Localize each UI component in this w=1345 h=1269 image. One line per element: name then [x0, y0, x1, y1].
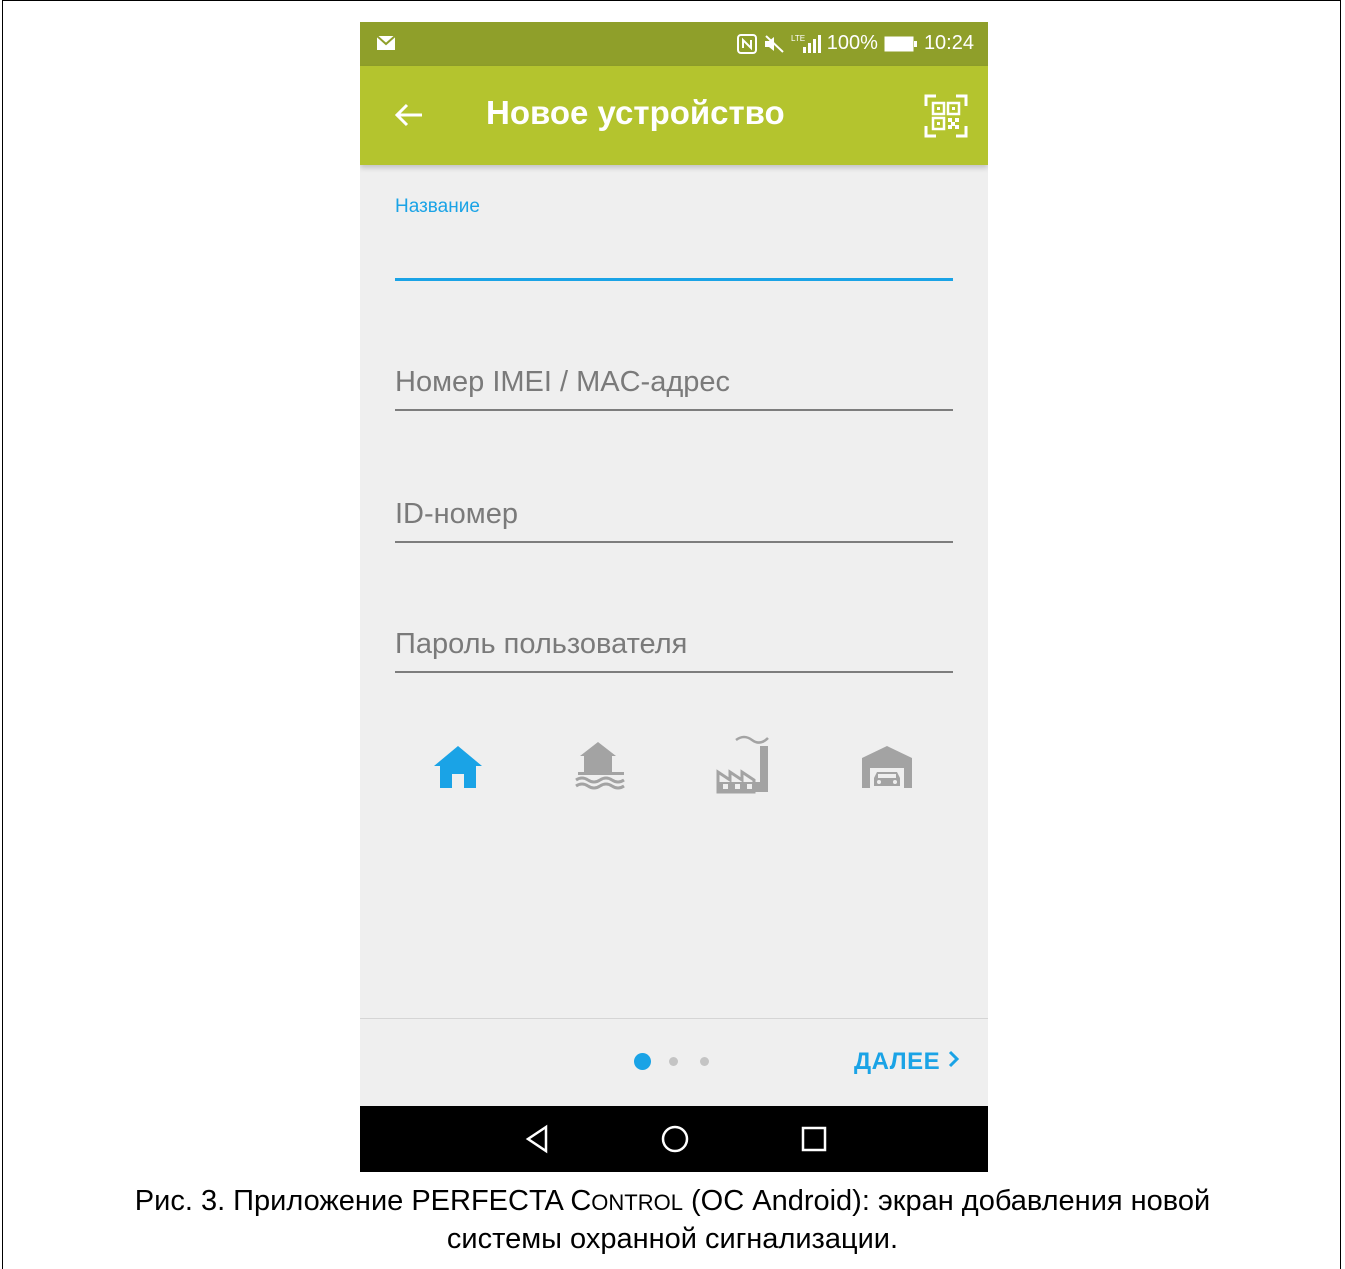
- mute-icon: [763, 34, 785, 54]
- mail-icon: [376, 34, 396, 57]
- nav-recents-icon[interactable]: [800, 1124, 828, 1159]
- page-title: Новое устройство: [486, 94, 785, 131]
- bottom-divider: [360, 1018, 988, 1019]
- caption-part2: (ОС Android): экран добавления новой: [682, 1185, 1211, 1217]
- nav-back-icon[interactable]: [524, 1124, 552, 1159]
- name-field-label: Название: [395, 196, 480, 217]
- status-bar: LTE 100% 10:24: [360, 22, 988, 66]
- next-button-label: ДАЛЕЕ: [854, 1048, 941, 1075]
- id-field-underline: [395, 541, 953, 543]
- house-by-water-icon[interactable]: [574, 740, 630, 795]
- id-field[interactable]: ID-номер: [395, 494, 953, 544]
- caption-part1: Рис. 3. Приложение PERFECTA C: [134, 1185, 592, 1217]
- app-bar: Новое устройство: [360, 66, 988, 165]
- imei-field-placeholder: Номер IMEI / MAC-адрес: [395, 366, 731, 398]
- password-field[interactable]: Пароль пользователя: [395, 624, 953, 674]
- nav-home-icon[interactable]: [660, 1124, 690, 1159]
- qr-code-icon[interactable]: [924, 94, 968, 143]
- caption-line2: системы охранной сигнализации.: [446, 1223, 899, 1255]
- password-field-underline: [395, 671, 953, 673]
- svg-text:LTE: LTE: [791, 34, 805, 43]
- garage-icon[interactable]: [860, 744, 914, 795]
- next-button[interactable]: ДАЛЕЕ: [854, 1048, 960, 1076]
- page-dot-2: [669, 1057, 678, 1066]
- factory-icon[interactable]: [716, 734, 774, 799]
- battery-percent: 100%: [826, 32, 878, 54]
- navigation-bar: [360, 1106, 988, 1172]
- nfc-icon: [736, 33, 757, 54]
- status-right: LTE 100% 10:24: [736, 32, 974, 55]
- name-field-underline: [395, 278, 953, 281]
- clock: 10:24: [923, 32, 974, 54]
- password-field-placeholder: Пароль пользователя: [395, 628, 688, 660]
- phone-screen: LTE 100% 10:24 Новое устройство Название…: [360, 22, 988, 1172]
- id-field-placeholder: ID-номер: [395, 498, 518, 530]
- back-arrow-icon[interactable]: [394, 100, 424, 135]
- imei-field[interactable]: Номер IMEI / MAC-адрес: [395, 362, 953, 412]
- name-field[interactable]: Название: [395, 196, 953, 286]
- signal-icon: LTE: [791, 33, 821, 55]
- chevron-right-icon: [948, 1048, 960, 1076]
- page-dot-1: [634, 1053, 651, 1070]
- page-dot-3: [700, 1057, 709, 1066]
- battery-icon: [884, 36, 918, 52]
- imei-field-underline: [395, 409, 953, 411]
- caption-small-caps: ONTROL: [591, 1190, 683, 1215]
- figure-caption: Рис. 3. Приложение PERFECTA CONTROL (ОС …: [0, 1183, 1345, 1258]
- home-icon[interactable]: [432, 744, 484, 795]
